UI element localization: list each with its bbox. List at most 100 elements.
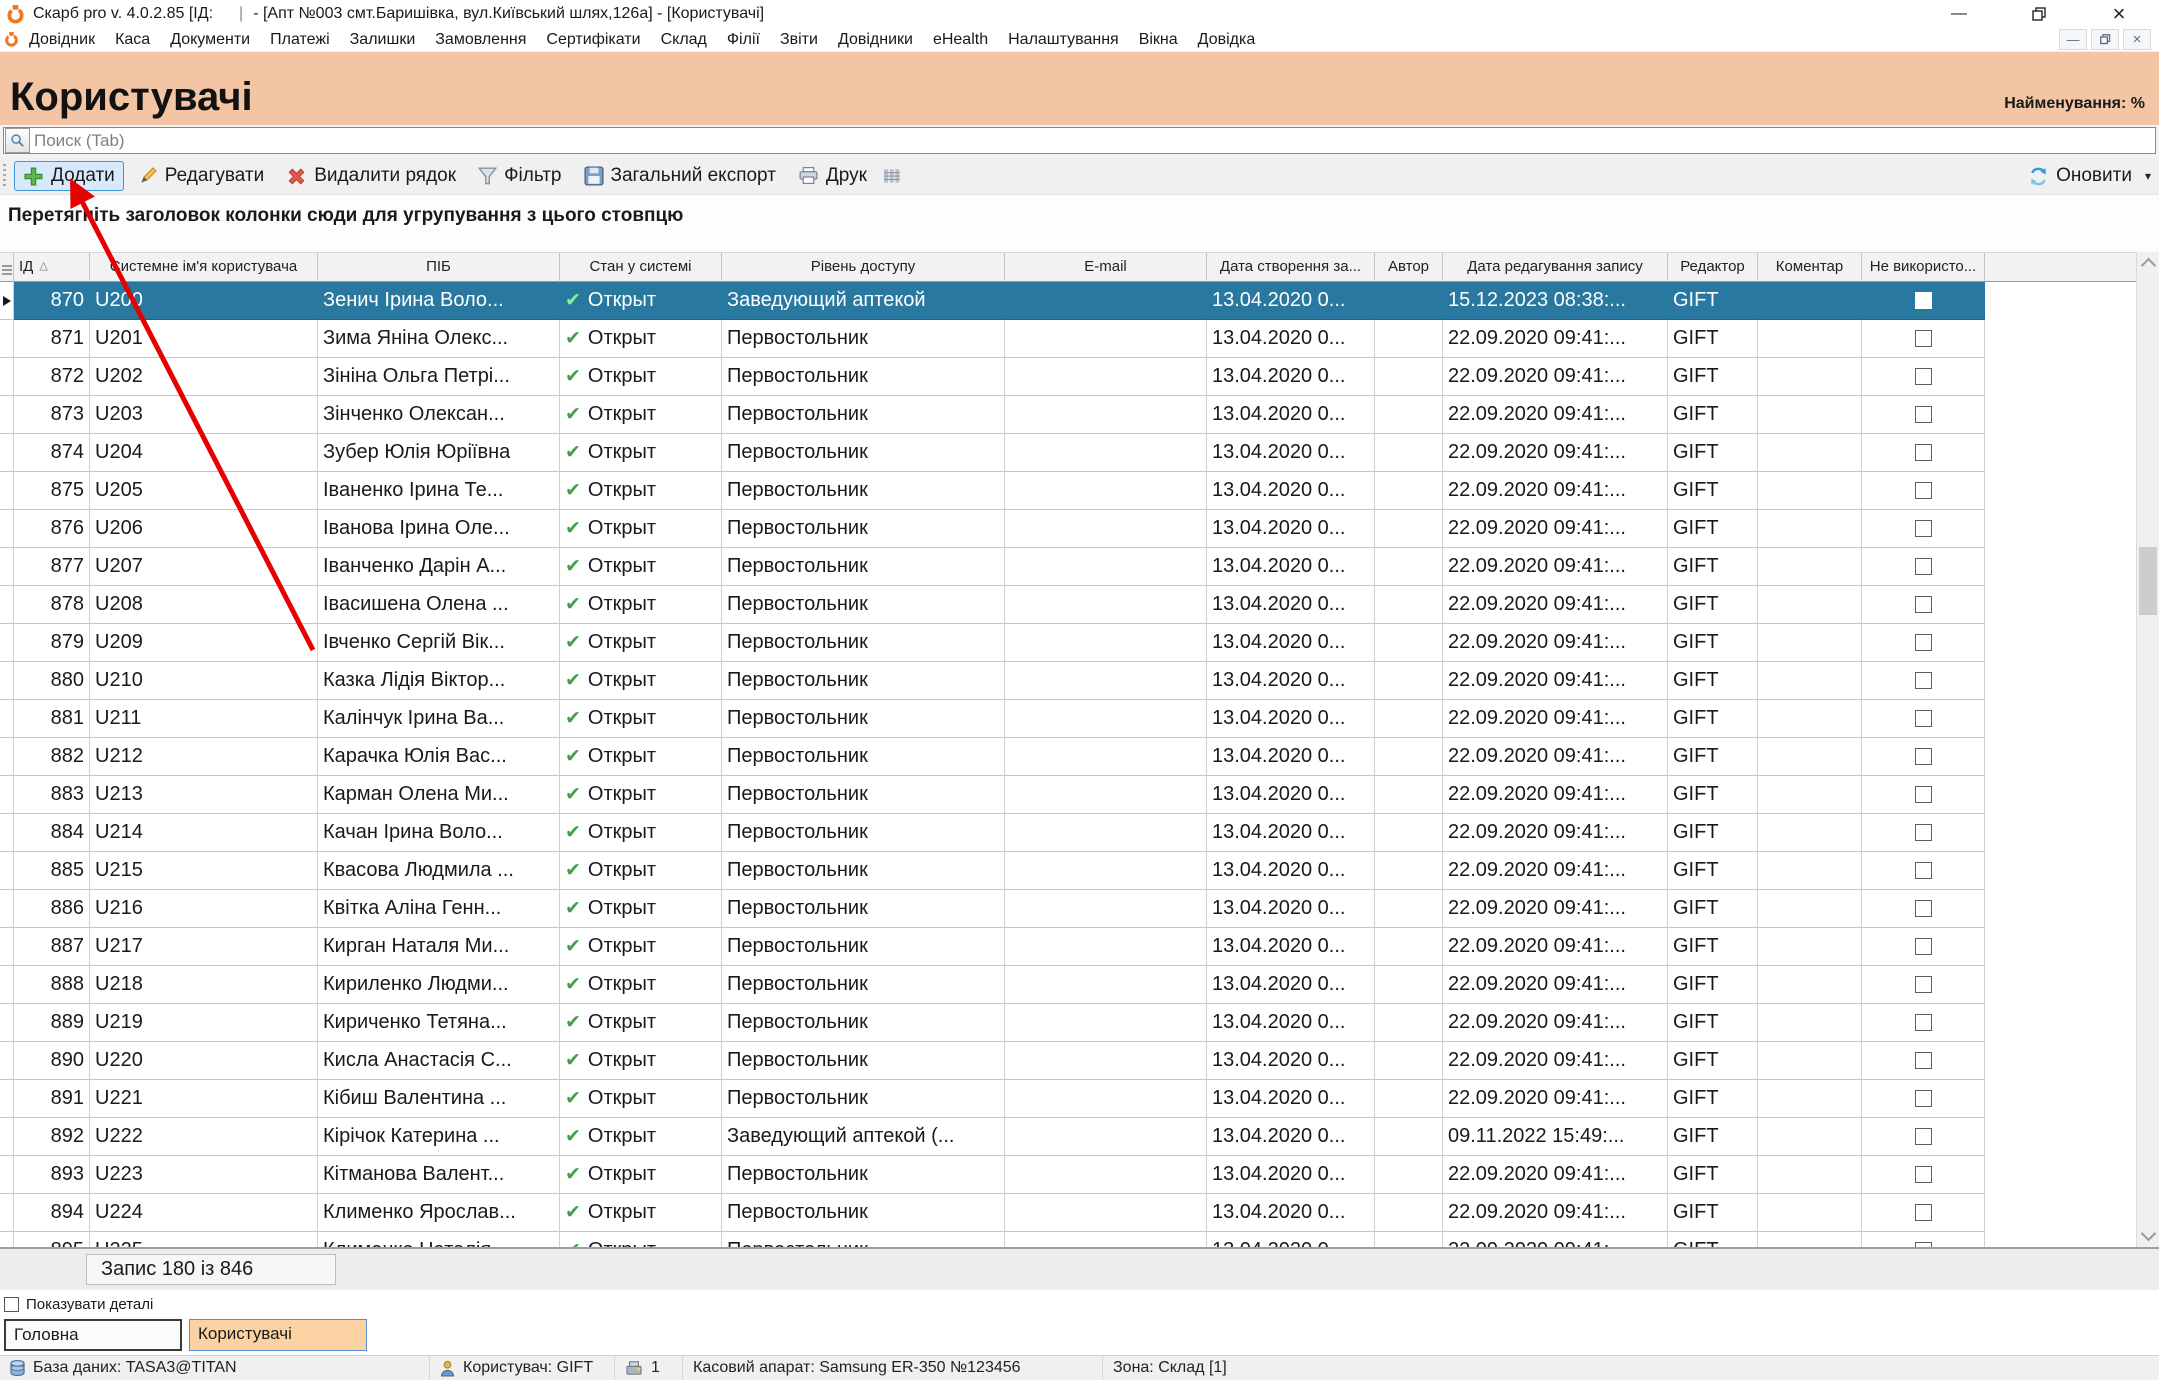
table-row[interactable]: 883U213Карман Олена Ми...✔ОткрытПервосто…: [0, 776, 2159, 814]
row-checkbox[interactable]: [1915, 1052, 1932, 1069]
table-row[interactable]: 891U221Кібиш Валентина ...✔ОткрытПервост…: [0, 1080, 2159, 1118]
row-checkbox[interactable]: [1915, 330, 1932, 347]
row-checkbox[interactable]: [1915, 862, 1932, 879]
table-row[interactable]: 876U206Іванова Ірина Оле...✔ОткрытПервос…: [0, 510, 2159, 548]
menu-dovidka[interactable]: Довідка: [1188, 31, 1266, 49]
scroll-up-icon[interactable]: [2141, 258, 2157, 274]
show-details-checkbox[interactable]: [4, 1297, 19, 1312]
table-row[interactable]: 892U222Кірічок Катерина ...✔ОткрытЗаведу…: [0, 1118, 2159, 1156]
table-row[interactable]: 894U224Клименко Ярослав...✔ОткрытПервост…: [0, 1194, 2159, 1232]
column-header-fullname[interactable]: ПІБ: [318, 253, 560, 282]
row-checkbox[interactable]: [1915, 900, 1932, 917]
row-checkbox[interactable]: [1915, 368, 1932, 385]
menu-dokumenty[interactable]: Документи: [160, 31, 260, 49]
menu-vikna[interactable]: Вікна: [1129, 31, 1188, 49]
row-checkbox[interactable]: [1915, 596, 1932, 613]
menu-platezhi[interactable]: Платежі: [260, 31, 340, 49]
row-checkbox[interactable]: [1915, 672, 1932, 689]
row-checkbox[interactable]: [1915, 482, 1932, 499]
column-header-email[interactable]: E-mail: [1005, 253, 1207, 282]
table-row[interactable]: 884U214Качан Ірина Воло...✔ОткрытПервост…: [0, 814, 2159, 852]
restore-button[interactable]: [2027, 4, 2051, 24]
column-header-access-level[interactable]: Рівень доступу: [722, 253, 1005, 282]
menu-zvity[interactable]: Звіти: [770, 31, 828, 49]
menu-zalyshky[interactable]: Залишки: [340, 31, 426, 49]
column-header-author[interactable]: Автор: [1375, 253, 1443, 282]
table-row[interactable]: 879U209Івченко Сергій Вік...✔ОткрытПерво…: [0, 624, 2159, 662]
table-row[interactable]: 882U212Карачка Юлія Вас...✔ОткрытПервост…: [0, 738, 2159, 776]
row-checkbox[interactable]: [1915, 1090, 1932, 1107]
delete-row-button[interactable]: Видалити рядок: [278, 162, 464, 190]
row-checkbox[interactable]: [1915, 1128, 1932, 1145]
refresh-dropdown-caret[interactable]: ▾: [2145, 169, 2151, 183]
row-selector-header-icon[interactable]: [0, 253, 14, 282]
table-row[interactable]: 877U207Іванченко Дарін А...✔ОткрытПервос…: [0, 548, 2159, 586]
close-button[interactable]: ×: [2107, 4, 2131, 24]
table-row[interactable]: 895U225Клименко Наталія✔ОткрытПервостоль…: [0, 1232, 2159, 1247]
edit-button[interactable]: Редагувати: [130, 162, 272, 190]
vertical-scrollbar[interactable]: [2136, 252, 2159, 1247]
table-row[interactable]: 881U211Калінчук Ірина Ва...✔ОткрытПервос…: [0, 700, 2159, 738]
table-row[interactable]: 893U223Кітманова Валент...✔ОткрытПервост…: [0, 1156, 2159, 1194]
table-row[interactable]: 872U202Зініна Ольга Петрі...✔ОткрытПерво…: [0, 358, 2159, 396]
column-header-editor[interactable]: Редактор: [1668, 253, 1758, 282]
mdi-minimize-button[interactable]: —: [2059, 29, 2087, 50]
row-checkbox[interactable]: [1915, 938, 1932, 955]
table-row[interactable]: 887U217Кирган Наталя Ми...✔ОткрытПервост…: [0, 928, 2159, 966]
row-checkbox[interactable]: [1915, 710, 1932, 727]
column-header-edited[interactable]: Дата редагування запису: [1443, 253, 1668, 282]
column-header-id[interactable]: ІД△: [14, 253, 90, 282]
menu-zamovlennia[interactable]: Замовлення: [425, 31, 536, 49]
table-row[interactable]: 880U210Казка Лідія Віктор...✔ОткрытПерво…: [0, 662, 2159, 700]
table-row[interactable]: 873U203Зінченко Олексан...✔ОткрытПервост…: [0, 396, 2159, 434]
row-checkbox[interactable]: [1915, 558, 1932, 575]
tab-home[interactable]: Головна: [4, 1319, 182, 1351]
table-row[interactable]: 875U205Іваненко Ірина Те...✔ОткрытПервос…: [0, 472, 2159, 510]
column-header-notused[interactable]: Не використо...: [1862, 253, 1985, 282]
row-checkbox[interactable]: [1915, 824, 1932, 841]
column-chooser-button[interactable]: [881, 164, 909, 188]
row-checkbox[interactable]: [1915, 1204, 1932, 1221]
table-row[interactable]: 871U201Зима Яніна Олекс...✔ОткрытПервост…: [0, 320, 2159, 358]
menu-sklad[interactable]: Склад: [651, 31, 717, 49]
add-button[interactable]: Додати: [14, 161, 124, 191]
menu-nalashtuvannia[interactable]: Налаштування: [998, 31, 1129, 49]
row-checkbox[interactable]: [1915, 520, 1932, 537]
table-row[interactable]: 870U200Зенич Ірина Воло...✔ОткрытЗаведую…: [0, 282, 2159, 320]
column-header-state[interactable]: Стан у системі: [560, 253, 722, 282]
table-row[interactable]: 886U216Квітка Аліна Генн...✔ОткрытПервос…: [0, 890, 2159, 928]
export-button[interactable]: Загальний експорт: [576, 162, 784, 190]
print-button[interactable]: Друк: [790, 162, 875, 190]
row-checkbox[interactable]: [1915, 1014, 1932, 1031]
table-row[interactable]: 890U220Кисла Анастасія С...✔ОткрытПервос…: [0, 1042, 2159, 1080]
toolbar-drag-handle[interactable]: [3, 164, 6, 188]
mdi-restore-button[interactable]: [2091, 29, 2119, 50]
row-checkbox[interactable]: [1915, 444, 1932, 461]
column-header-created[interactable]: Дата створення за...: [1207, 253, 1375, 282]
mdi-close-button[interactable]: ×: [2123, 29, 2151, 50]
table-row[interactable]: 888U218Кириленко Людми...✔ОткрытПервосто…: [0, 966, 2159, 1004]
row-checkbox[interactable]: [1915, 292, 1932, 309]
row-checkbox[interactable]: [1915, 634, 1932, 651]
menu-dovidnyky[interactable]: Довідники: [828, 31, 923, 49]
menu-sertyfikaty[interactable]: Сертифікати: [536, 31, 650, 49]
menu-kasa[interactable]: Каса: [105, 31, 160, 49]
menu-dovidnyk[interactable]: Довідник: [19, 31, 105, 49]
row-checkbox[interactable]: [1915, 406, 1932, 423]
row-checkbox[interactable]: [1915, 1166, 1932, 1183]
tab-users[interactable]: Користувачі: [189, 1319, 367, 1351]
column-header-comment[interactable]: Коментар: [1758, 253, 1862, 282]
column-header-sysname[interactable]: Системне ім'я користувача: [90, 253, 318, 282]
scrollbar-thumb[interactable]: [2139, 547, 2157, 615]
refresh-button[interactable]: Оновити ▾: [2028, 165, 2151, 187]
row-checkbox[interactable]: [1915, 976, 1932, 993]
table-row[interactable]: 878U208Івасишена Олена ...✔ОткрытПервост…: [0, 586, 2159, 624]
table-row[interactable]: 889U219Кириченко Тетяна...✔ОткрытПервост…: [0, 1004, 2159, 1042]
row-checkbox[interactable]: [1915, 748, 1932, 765]
row-checkbox[interactable]: [1915, 786, 1932, 803]
table-row[interactable]: 874U204Зубер Юлія Юріївна✔ОткрытПервосто…: [0, 434, 2159, 472]
menu-filii[interactable]: Філії: [717, 31, 770, 49]
search-icon[interactable]: [5, 128, 30, 153]
search-input[interactable]: [32, 130, 2155, 152]
menu-ehealth[interactable]: eHealth: [923, 31, 998, 49]
